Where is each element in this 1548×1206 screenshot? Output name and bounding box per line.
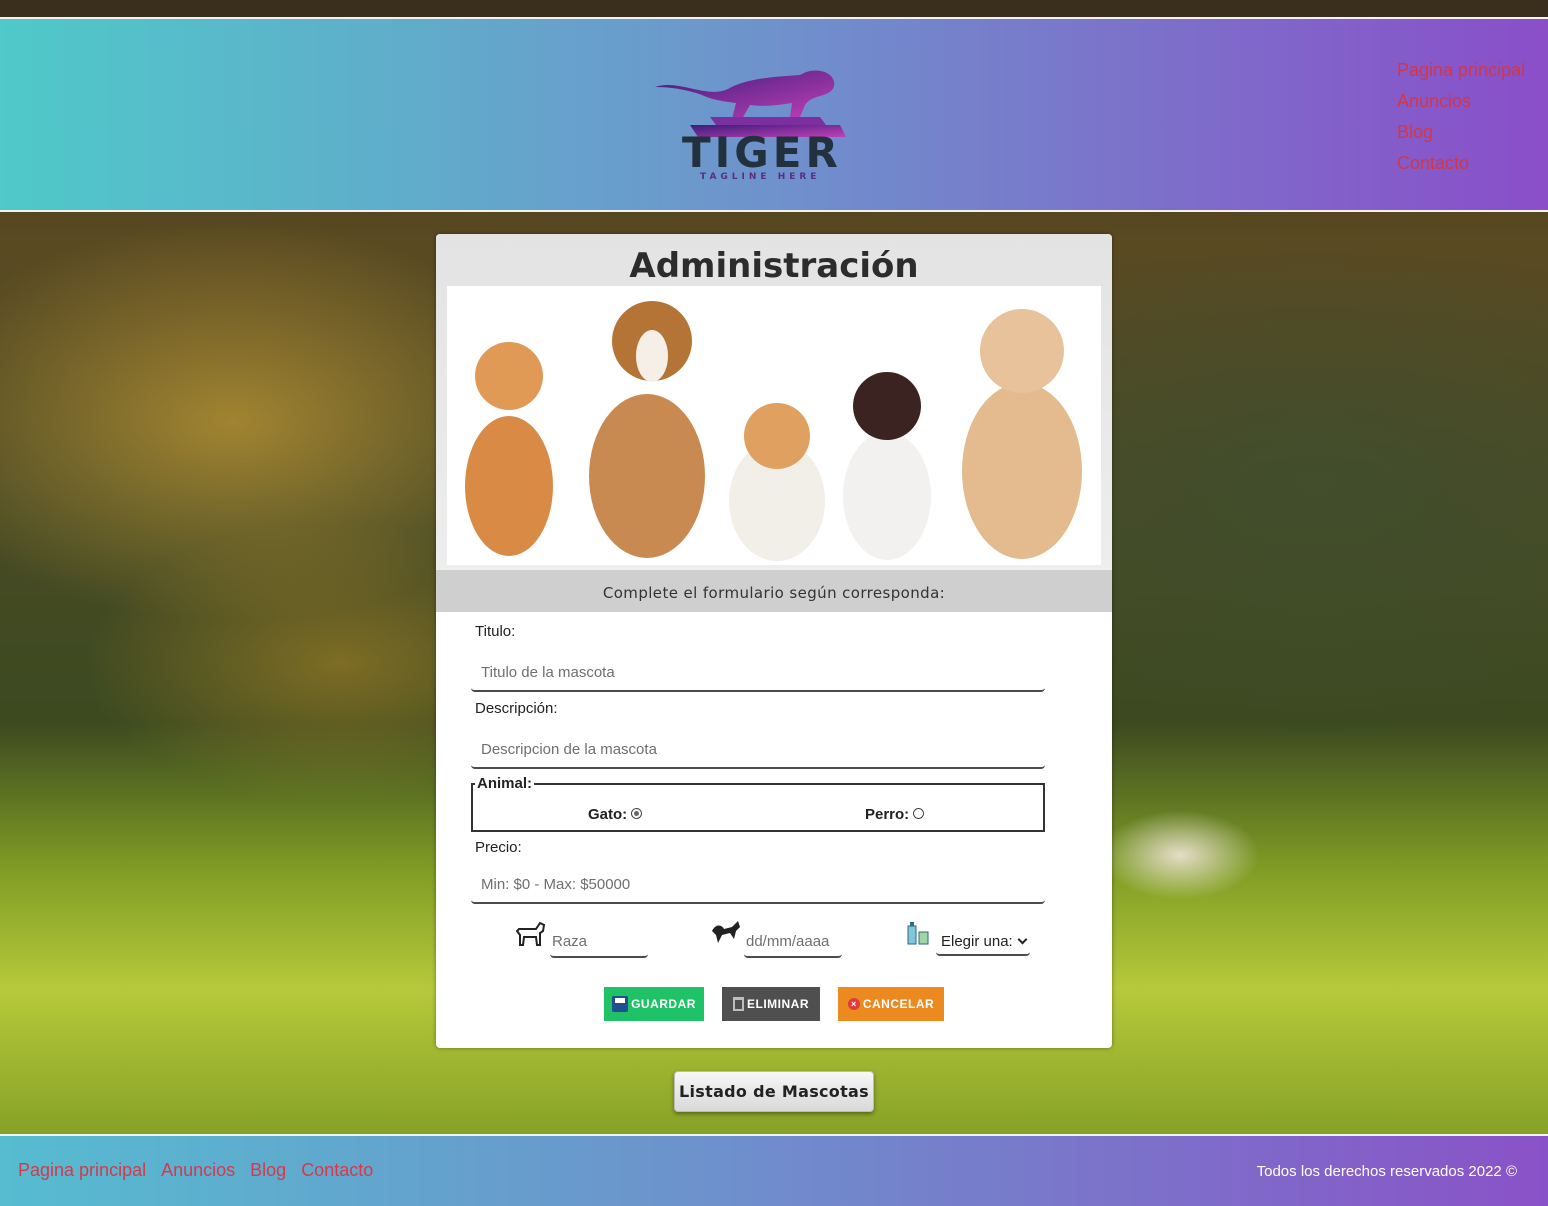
footer-link-home[interactable]: Pagina principal: [18, 1160, 146, 1181]
logo-tagline: TAGLINE HERE: [700, 172, 821, 182]
radio-gato[interactable]: Gato:: [588, 806, 643, 823]
radio-gato-button[interactable]: [631, 808, 643, 820]
save-button-label: GUARDAR: [631, 997, 696, 1011]
form-subtitle: Complete el formulario según corresponda…: [436, 570, 1112, 612]
category-select[interactable]: Elegir una:: [936, 924, 1030, 956]
radio-gato-label: Gato:: [588, 806, 628, 823]
logo-text: TIGER: [682, 128, 842, 177]
fecha-input[interactable]: [744, 926, 842, 958]
footer-nav: Pagina principal Anuncios Blog Contacto: [18, 1160, 373, 1181]
save-button[interactable]: GUARDAR: [604, 987, 704, 1021]
header-nav: Pagina principal Anuncios Blog Contacto: [1397, 60, 1525, 184]
precio-label: Precio:: [475, 839, 522, 856]
dog-icon: [516, 921, 546, 946]
panel-header: Administración Complete el formulario se…: [436, 234, 1112, 612]
tiger-icon: [712, 921, 740, 943]
nav-link-blog[interactable]: Blog: [1397, 122, 1525, 153]
raza-input[interactable]: [550, 926, 648, 958]
copyright-text: Todos los derechos reservados 2022 ©: [1256, 1163, 1517, 1180]
background-blur-highlight: [1100, 810, 1260, 900]
titulo-input[interactable]: [471, 654, 1045, 692]
radio-perro[interactable]: Perro:: [865, 806, 925, 823]
site-footer: Pagina principal Anuncios Blog Contacto …: [0, 1134, 1548, 1206]
precio-input[interactable]: [471, 866, 1045, 904]
trash-icon: [733, 997, 744, 1011]
category-select-value: Elegir una:: [941, 933, 1013, 950]
pet-list-button[interactable]: Listado de Mascotas: [674, 1071, 874, 1112]
cancel-button-label: CANCELAR: [862, 997, 935, 1011]
page-title: Administración: [629, 246, 919, 286]
radio-perro-label: Perro:: [865, 806, 910, 823]
animal-legend: Animal:: [477, 775, 533, 792]
site-header: TIGER TAGLINE HERE Pagina principal Anun…: [0, 17, 1548, 212]
radio-perro-button[interactable]: [913, 808, 925, 820]
footer-link-anuncios[interactable]: Anuncios: [161, 1160, 235, 1181]
descripcion-label: Descripción:: [475, 700, 558, 717]
medicine-icon: [907, 922, 929, 945]
save-icon: [612, 996, 629, 1012]
animal-fieldset: Animal: Gato: Perro:: [471, 775, 1045, 832]
delete-button-label: ELIMINAR: [747, 997, 809, 1011]
chevron-down-icon: [1017, 934, 1028, 945]
descripcion-input[interactable]: [471, 731, 1045, 769]
nav-link-anuncios[interactable]: Anuncios: [1397, 91, 1525, 122]
top-background-strip: [0, 0, 1548, 17]
admin-panel: Administración Complete el formulario se…: [436, 234, 1112, 1048]
cancel-button[interactable]: × CANCELAR: [838, 987, 944, 1021]
nav-link-contacto[interactable]: Contacto: [1397, 153, 1525, 184]
footer-link-blog[interactable]: Blog: [250, 1160, 286, 1181]
nav-link-home[interactable]: Pagina principal: [1397, 60, 1525, 91]
delete-button[interactable]: ELIMINAR: [722, 987, 820, 1021]
close-icon: ×: [847, 998, 860, 1010]
footer-link-contacto[interactable]: Contacto: [301, 1160, 373, 1181]
pets-photo: [447, 286, 1101, 565]
titulo-label: Titulo:: [475, 623, 516, 640]
